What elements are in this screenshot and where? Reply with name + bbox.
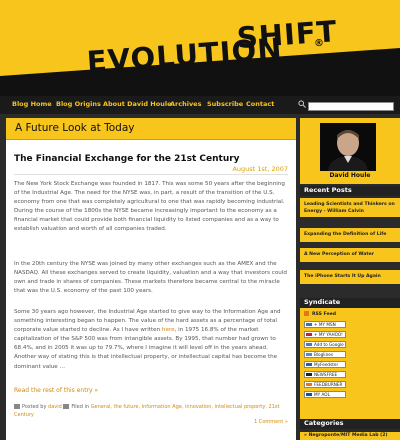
logo-registered-mark: ® [314,38,324,49]
recent-post-2[interactable]: Expanding the Definition of Life [300,228,400,243]
page-title: A Future Look at Today [15,122,135,134]
add-to-google-label: Add to Google [314,342,344,347]
p3-text-b: , in 1975 16.8% of the market capitaliza… [14,327,278,370]
search-icon [298,100,306,110]
categories-heading: Categories [300,419,400,429]
my-aol-badge[interactable]: MY AOL [304,391,346,398]
syndicate-list: RSS Feed + MY MSN + MY YAHOO! Add to Goo… [300,308,400,428]
nav-about[interactable]: About David Houle [103,100,171,108]
bloglines-label: Bloglines [314,352,333,357]
main-content: A Future Look at Today The Financial Exc… [6,118,296,440]
my-msn-label: + MY MSN [314,322,336,327]
author-photo [320,123,376,171]
post-divider [14,174,288,175]
here-link[interactable]: here [162,327,175,333]
post-date: August 1st, 2007 [232,165,288,173]
newsfree-icon [306,373,312,376]
author-link[interactable]: david [48,404,62,410]
folder-icon [63,404,70,409]
aol-icon [306,393,312,396]
recent-post-4[interactable]: The iPhone Starts It Up Again [300,270,400,285]
nav-blog-home[interactable]: Blog Home [12,100,52,108]
post-paragraph-1: The New York Stock Exchange was founded … [14,181,285,233]
google-icon [306,343,312,346]
nav-archives[interactable]: Archives [170,100,201,108]
post-paragraph-3: Some 30 years ago however, the Industria… [14,308,288,372]
category-item[interactable]: » Negroponte/MIT Media Lab (2) [300,432,400,440]
nav-blog-origins[interactable]: Blog Origins [56,100,101,108]
newsfree-badge[interactable]: NEWSFREE [304,371,346,378]
syndicate-heading: Syndicate [300,298,400,308]
feedburner-icon [306,383,312,386]
my-yahoo-badge[interactable]: + MY YAHOO! [304,331,346,338]
author-box: David Houle [300,118,400,184]
add-to-google-badge[interactable]: Add to Google [304,341,346,348]
post-meta: Posted by david Filed in General, the fu… [14,403,288,419]
nav-subscribe[interactable]: Subscribe [207,100,243,108]
author-name: David Houle [329,172,371,179]
rss-icon [304,311,309,316]
feedster-icon [306,363,312,366]
rss-feed-link[interactable]: RSS Feed [304,311,336,318]
category-label: Negroponte/MIT Media Lab (2) [308,433,388,438]
sidebar: David Houle Recent Posts Leading Scienti… [300,118,400,440]
recent-posts-heading: Recent Posts [300,186,400,196]
msn-icon [306,323,312,326]
read-more-link[interactable]: Read the rest of this entry » [14,387,98,394]
feedburner-label: FEEDBURNER [314,382,343,387]
comments-link[interactable]: 1 Comment » [254,419,288,425]
my-msn-badge[interactable]: + MY MSN [304,321,346,328]
author-icon [14,404,20,409]
posted-by-label: Posted by [22,404,47,410]
post-title[interactable]: The Financial Exchange for the 21st Cent… [14,154,240,164]
page-title-bar: A Future Look at Today [6,118,296,140]
recent-post-1[interactable]: Leading Scientists and Thinkers on Energ… [300,198,400,218]
site-header: EVOLUTION SHIFT ® [0,0,400,96]
search-input[interactable] [308,102,394,111]
newsfree-label: NEWSFREE [314,372,338,377]
myfeedster-badge[interactable]: MyFeedster [304,361,346,368]
yahoo-icon [306,333,312,336]
bloglines-icon [306,353,312,356]
rss-label: RSS Feed [312,312,337,317]
feedburner-badge[interactable]: FEEDBURNER [304,381,346,388]
nav-contact[interactable]: Contact [246,100,274,108]
my-yahoo-label: + MY YAHOO! [314,332,343,337]
my-aol-label: MY AOL [314,392,330,397]
bloglines-badge[interactable]: Bloglines [304,351,346,358]
filed-in-label: Filed in [71,404,90,410]
recent-post-3[interactable]: A New Perception of Water [300,248,400,263]
post-paragraph-2: In the 20th century the NYSE was joined … [14,261,287,295]
myfeedster-label: MyFeedster [314,362,339,367]
